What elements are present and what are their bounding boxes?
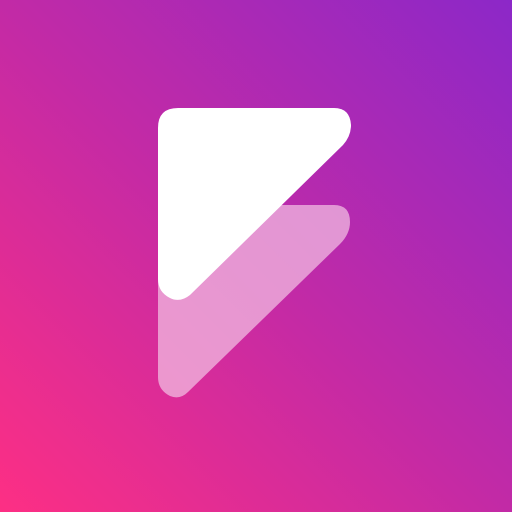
- app-icon: [0, 0, 512, 512]
- app-logo-icon: [0, 0, 512, 512]
